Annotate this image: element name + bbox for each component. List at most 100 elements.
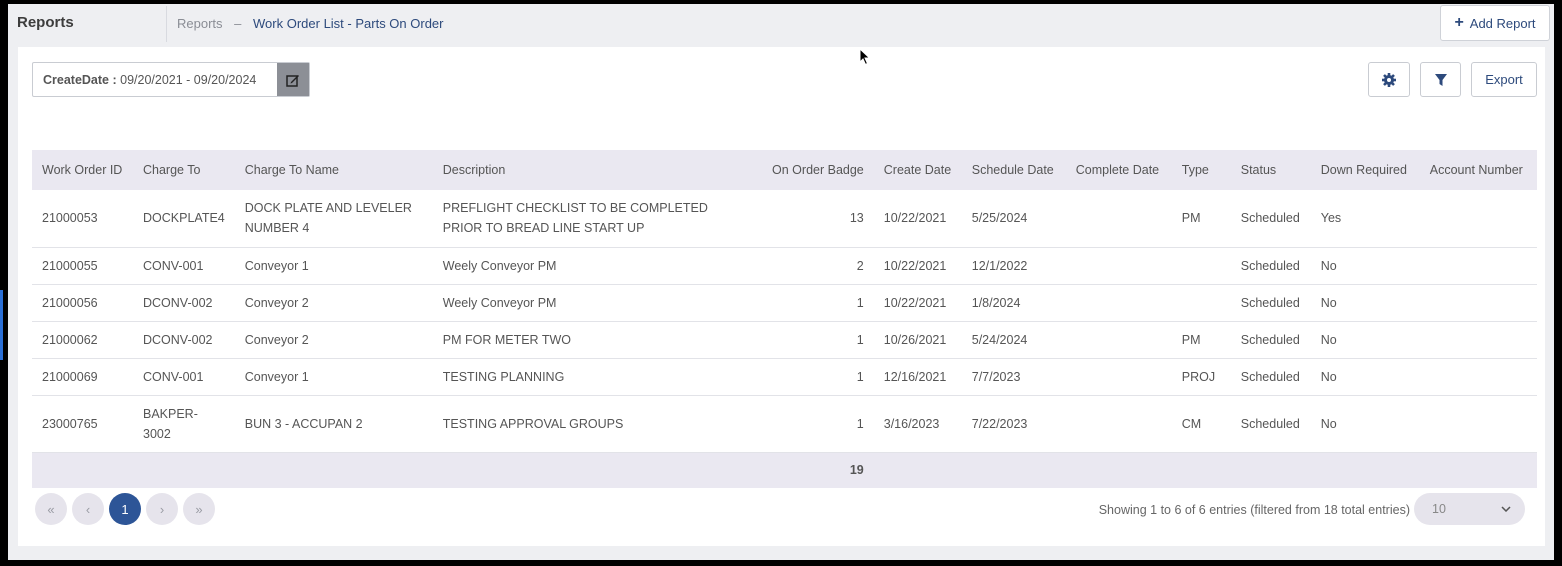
- date-filter-text: CreateDate : 09/20/2021 - 09/20/2024: [33, 73, 277, 87]
- cell-complete-date: [1065, 247, 1172, 285]
- cell-on-order-badge: 1: [740, 358, 874, 396]
- pagination: « ‹ 1 › »: [35, 493, 215, 525]
- cell-status: Scheduled: [1230, 358, 1311, 396]
- table-row[interactable]: 21000055 CONV-001 Conveyor 1 Weely Conve…: [32, 247, 1537, 285]
- breadcrumb-current: Work Order List - Parts On Order: [253, 16, 444, 31]
- col-status[interactable]: Status: [1230, 150, 1311, 190]
- table-row[interactable]: 21000056 DCONV-002 Conveyor 2 Weely Conv…: [32, 284, 1537, 322]
- cell-down-required: No: [1310, 284, 1420, 322]
- cell-complete-date: [1065, 284, 1172, 322]
- cell-on-order-badge: 2: [740, 247, 874, 285]
- cell-description: PM FOR METER TWO: [432, 321, 741, 359]
- top-bar: Reports Reports – Work Order List - Part…: [8, 4, 1554, 46]
- col-charge-to-name[interactable]: Charge To Name: [234, 150, 433, 190]
- cell-create-date: 10/22/2021: [873, 247, 962, 285]
- cell-charge-to: BAKPER-3002: [133, 395, 235, 453]
- cell-down-required: No: [1310, 358, 1420, 396]
- table-row[interactable]: 21000062 DCONV-002 Conveyor 2 PM FOR MET…: [32, 321, 1537, 359]
- cell-account-number: [1419, 395, 1537, 453]
- total-spacer: [133, 452, 235, 488]
- prev-page-icon: ‹: [85, 501, 91, 517]
- cell-create-date: 12/16/2021: [873, 358, 962, 396]
- cell-description: Weely Conveyor PM: [432, 284, 741, 322]
- breadcrumb: Reports – Work Order List - Parts On Ord…: [177, 16, 443, 31]
- col-create-date[interactable]: Create Date: [873, 150, 962, 190]
- cell-work-order-id: 23000765: [32, 395, 133, 453]
- last-page-icon: »: [195, 501, 203, 517]
- gear-icon: [1382, 72, 1396, 87]
- cell-work-order-id: 21000055: [32, 247, 133, 285]
- cell-down-required: Yes: [1310, 190, 1420, 248]
- col-down-required[interactable]: Down Required: [1310, 150, 1420, 190]
- cell-down-required: No: [1310, 395, 1420, 453]
- report-table: Work Order ID Charge To Charge To Name D…: [32, 150, 1537, 488]
- page-button-current[interactable]: 1: [109, 493, 141, 525]
- edit-date-button[interactable]: [277, 63, 309, 96]
- cell-complete-date: [1065, 395, 1172, 453]
- total-spacer: [1419, 452, 1537, 488]
- col-type[interactable]: Type: [1171, 150, 1231, 190]
- cell-create-date: 10/22/2021: [873, 190, 962, 248]
- col-account-number[interactable]: Account Number: [1419, 150, 1537, 190]
- first-page-button[interactable]: «: [35, 493, 67, 525]
- cell-on-order-badge: 1: [740, 284, 874, 322]
- cell-charge-to-name: Conveyor 1: [234, 358, 433, 396]
- cell-down-required: No: [1310, 247, 1420, 285]
- cell-create-date: 10/26/2021: [873, 321, 962, 359]
- col-on-order-badge[interactable]: On Order Badge: [740, 150, 874, 190]
- cell-type: CM: [1171, 395, 1231, 453]
- total-spacer: [1310, 452, 1420, 488]
- total-spacer: [432, 452, 741, 488]
- cell-schedule-date: 7/22/2023: [961, 395, 1066, 453]
- next-page-button[interactable]: ›: [146, 493, 178, 525]
- cell-description: PREFLIGHT CHECKLIST TO BE COMPLETED PRIO…: [432, 190, 741, 248]
- create-date-filter[interactable]: CreateDate : 09/20/2021 - 09/20/2024: [32, 62, 310, 97]
- top-divider: [166, 6, 167, 42]
- breadcrumb-separator: –: [234, 16, 242, 31]
- first-page-icon: «: [47, 501, 55, 517]
- total-spacer: [32, 452, 133, 488]
- cell-type: [1171, 284, 1231, 322]
- cell-charge-to-name: BUN 3 - ACCUPAN 2: [234, 395, 433, 453]
- settings-button[interactable]: [1368, 62, 1410, 97]
- breadcrumb-reports[interactable]: Reports: [177, 16, 223, 31]
- col-schedule-date[interactable]: Schedule Date: [961, 150, 1066, 190]
- cell-complete-date: [1065, 321, 1172, 359]
- app-title: Reports: [17, 14, 74, 31]
- col-charge-to[interactable]: Charge To: [133, 150, 235, 190]
- cell-description: Weely Conveyor PM: [432, 247, 741, 285]
- cell-account-number: [1419, 284, 1537, 322]
- cell-type: PROJ: [1171, 358, 1231, 396]
- cell-schedule-date: 12/1/2022: [961, 247, 1066, 285]
- export-button[interactable]: Export: [1471, 62, 1537, 97]
- table-row[interactable]: 21000053 DOCKPLATE4 DOCK PLATE AND LEVEL…: [32, 190, 1537, 248]
- cell-on-order-badge: 13: [740, 190, 874, 248]
- cell-charge-to-name: Conveyor 2: [234, 321, 433, 359]
- col-description[interactable]: Description: [432, 150, 741, 190]
- cell-charge-to: DOCKPLATE4: [133, 190, 235, 248]
- cell-type: [1171, 247, 1231, 285]
- cell-description: TESTING APPROVAL GROUPS: [432, 395, 741, 453]
- total-spacer: [873, 452, 962, 488]
- col-work-order-id[interactable]: Work Order ID: [32, 150, 133, 190]
- add-report-button[interactable]: + Add Report: [1440, 5, 1550, 41]
- cell-status: Scheduled: [1230, 284, 1311, 322]
- page-size-select[interactable]: 10: [1414, 493, 1525, 525]
- edit-icon: [286, 74, 299, 87]
- cell-charge-to: DCONV-002: [133, 284, 235, 322]
- col-complete-date[interactable]: Complete Date: [1065, 150, 1172, 190]
- cell-down-required: No: [1310, 321, 1420, 359]
- filter-button[interactable]: [1420, 62, 1461, 97]
- prev-page-button[interactable]: ‹: [72, 493, 104, 525]
- cell-complete-date: [1065, 190, 1172, 248]
- cell-account-number: [1419, 247, 1537, 285]
- last-page-button[interactable]: »: [183, 493, 215, 525]
- table-row[interactable]: 23000765 BAKPER-3002 BUN 3 - ACCUPAN 2 T…: [32, 395, 1537, 453]
- cell-charge-to: CONV-001: [133, 358, 235, 396]
- cell-charge-to: CONV-001: [133, 247, 235, 285]
- table-header-row: Work Order ID Charge To Charge To Name D…: [32, 150, 1537, 190]
- filter-icon: [1434, 73, 1447, 86]
- cell-schedule-date: 5/25/2024: [961, 190, 1066, 248]
- table-row[interactable]: 21000069 CONV-001 Conveyor 1 TESTING PLA…: [32, 358, 1537, 396]
- add-report-label: Add Report: [1469, 15, 1536, 31]
